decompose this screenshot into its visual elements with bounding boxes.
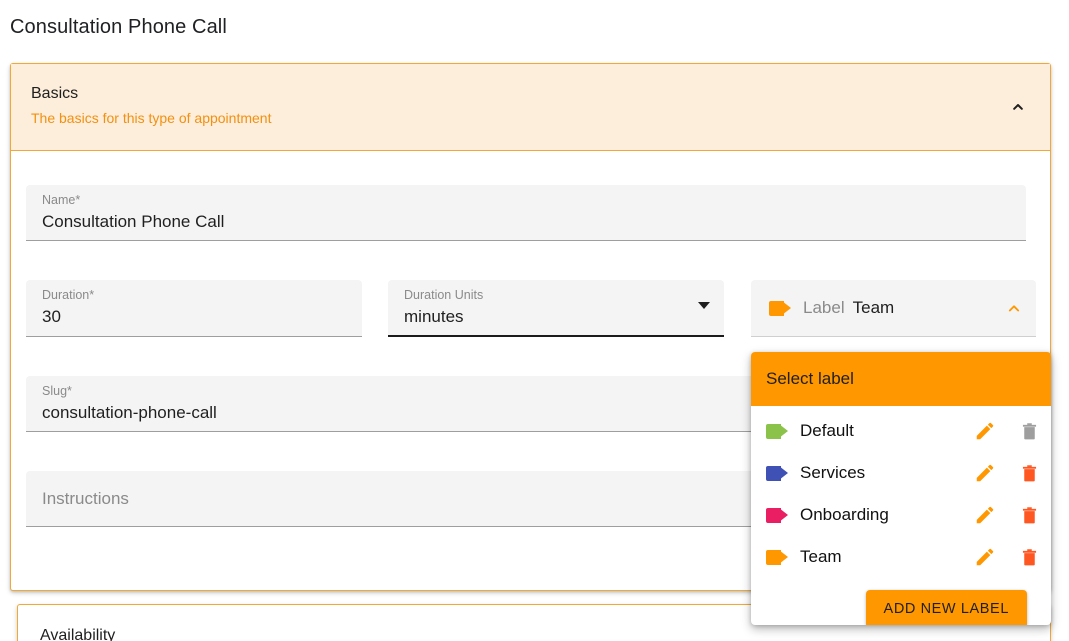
duration-field-label: Duration* (42, 288, 95, 302)
label-row-actions (963, 411, 1051, 451)
label-row-name: Services (800, 463, 866, 482)
label-row[interactable]: Services (751, 452, 1051, 494)
tag-icon (766, 507, 788, 523)
page-title: Consultation Phone Call (10, 16, 227, 38)
trash-icon (1022, 422, 1036, 439)
label-dropdown-footer: ADD NEW LABEL (751, 578, 1051, 625)
duration-units-label: Duration Units (404, 288, 484, 302)
duration-units-value: minutes (404, 307, 464, 326)
label-row-actions (963, 453, 1051, 493)
delete-label-button[interactable] (1007, 537, 1051, 577)
trash-icon (1022, 464, 1036, 481)
label-row-actions (963, 495, 1051, 535)
basics-collapse-button[interactable] (1002, 90, 1034, 122)
label-dropdown: Select label Default Services Onboarding Te… (751, 352, 1051, 625)
label-dropdown-list: Default Services Onboarding Team (751, 406, 1051, 578)
tag-icon (766, 423, 788, 439)
pencil-icon (976, 506, 994, 524)
delete-label-button[interactable] (1007, 453, 1051, 493)
availability-title: Availability (40, 627, 116, 641)
pencil-icon (976, 422, 994, 440)
label-picker-trigger[interactable]: Label Team (751, 280, 1036, 337)
label-row[interactable]: Onboarding (751, 494, 1051, 536)
label-row[interactable]: Default (751, 410, 1051, 452)
edit-label-button[interactable] (963, 411, 1007, 451)
label-picker-caret (1004, 298, 1024, 318)
name-field-value: Consultation Phone Call (42, 212, 225, 231)
add-new-label-button[interactable]: ADD NEW LABEL (865, 590, 1027, 625)
pencil-icon (976, 548, 994, 566)
delete-label-button (1007, 411, 1051, 451)
tag-icon (766, 465, 788, 481)
label-row-actions (963, 537, 1051, 577)
delete-label-button[interactable] (1007, 495, 1051, 535)
duration-field-value: 30 (42, 307, 61, 326)
name-field[interactable]: Name* Consultation Phone Call (26, 185, 1026, 241)
label-dropdown-header: Select label (751, 352, 1051, 406)
label-row-name: Default (800, 421, 854, 440)
edit-label-button[interactable] (963, 495, 1007, 535)
trash-icon (1022, 548, 1036, 565)
duration-units-select[interactable]: Duration Units minutes (388, 280, 724, 337)
label-dropdown-title: Select label (766, 369, 854, 388)
label-picker-word: Label (803, 298, 845, 317)
duration-field[interactable]: Duration* 30 (26, 280, 362, 337)
basics-subtitle: The basics for this type of appointment (31, 110, 272, 126)
label-row[interactable]: Team (751, 536, 1051, 578)
trash-icon (1022, 506, 1036, 523)
chevron-up-icon (1013, 104, 1023, 110)
basics-title: Basics (31, 85, 79, 102)
appointment-type-editor: Consultation Phone Call Basics The basic… (0, 0, 1069, 641)
edit-label-button[interactable] (963, 453, 1007, 493)
pencil-icon (976, 464, 994, 482)
tag-icon (766, 549, 788, 565)
chevron-down-icon (698, 302, 710, 309)
tag-icon (769, 300, 791, 316)
basics-card-header: Basics The basics for this type of appoi… (11, 64, 1050, 151)
label-row-name: Team (800, 547, 842, 566)
name-field-label: Name* (42, 193, 81, 207)
label-row-name: Onboarding (800, 505, 889, 524)
edit-label-button[interactable] (963, 537, 1007, 577)
label-picker-selected: Team (852, 298, 895, 317)
chevron-up-icon (1008, 305, 1020, 312)
